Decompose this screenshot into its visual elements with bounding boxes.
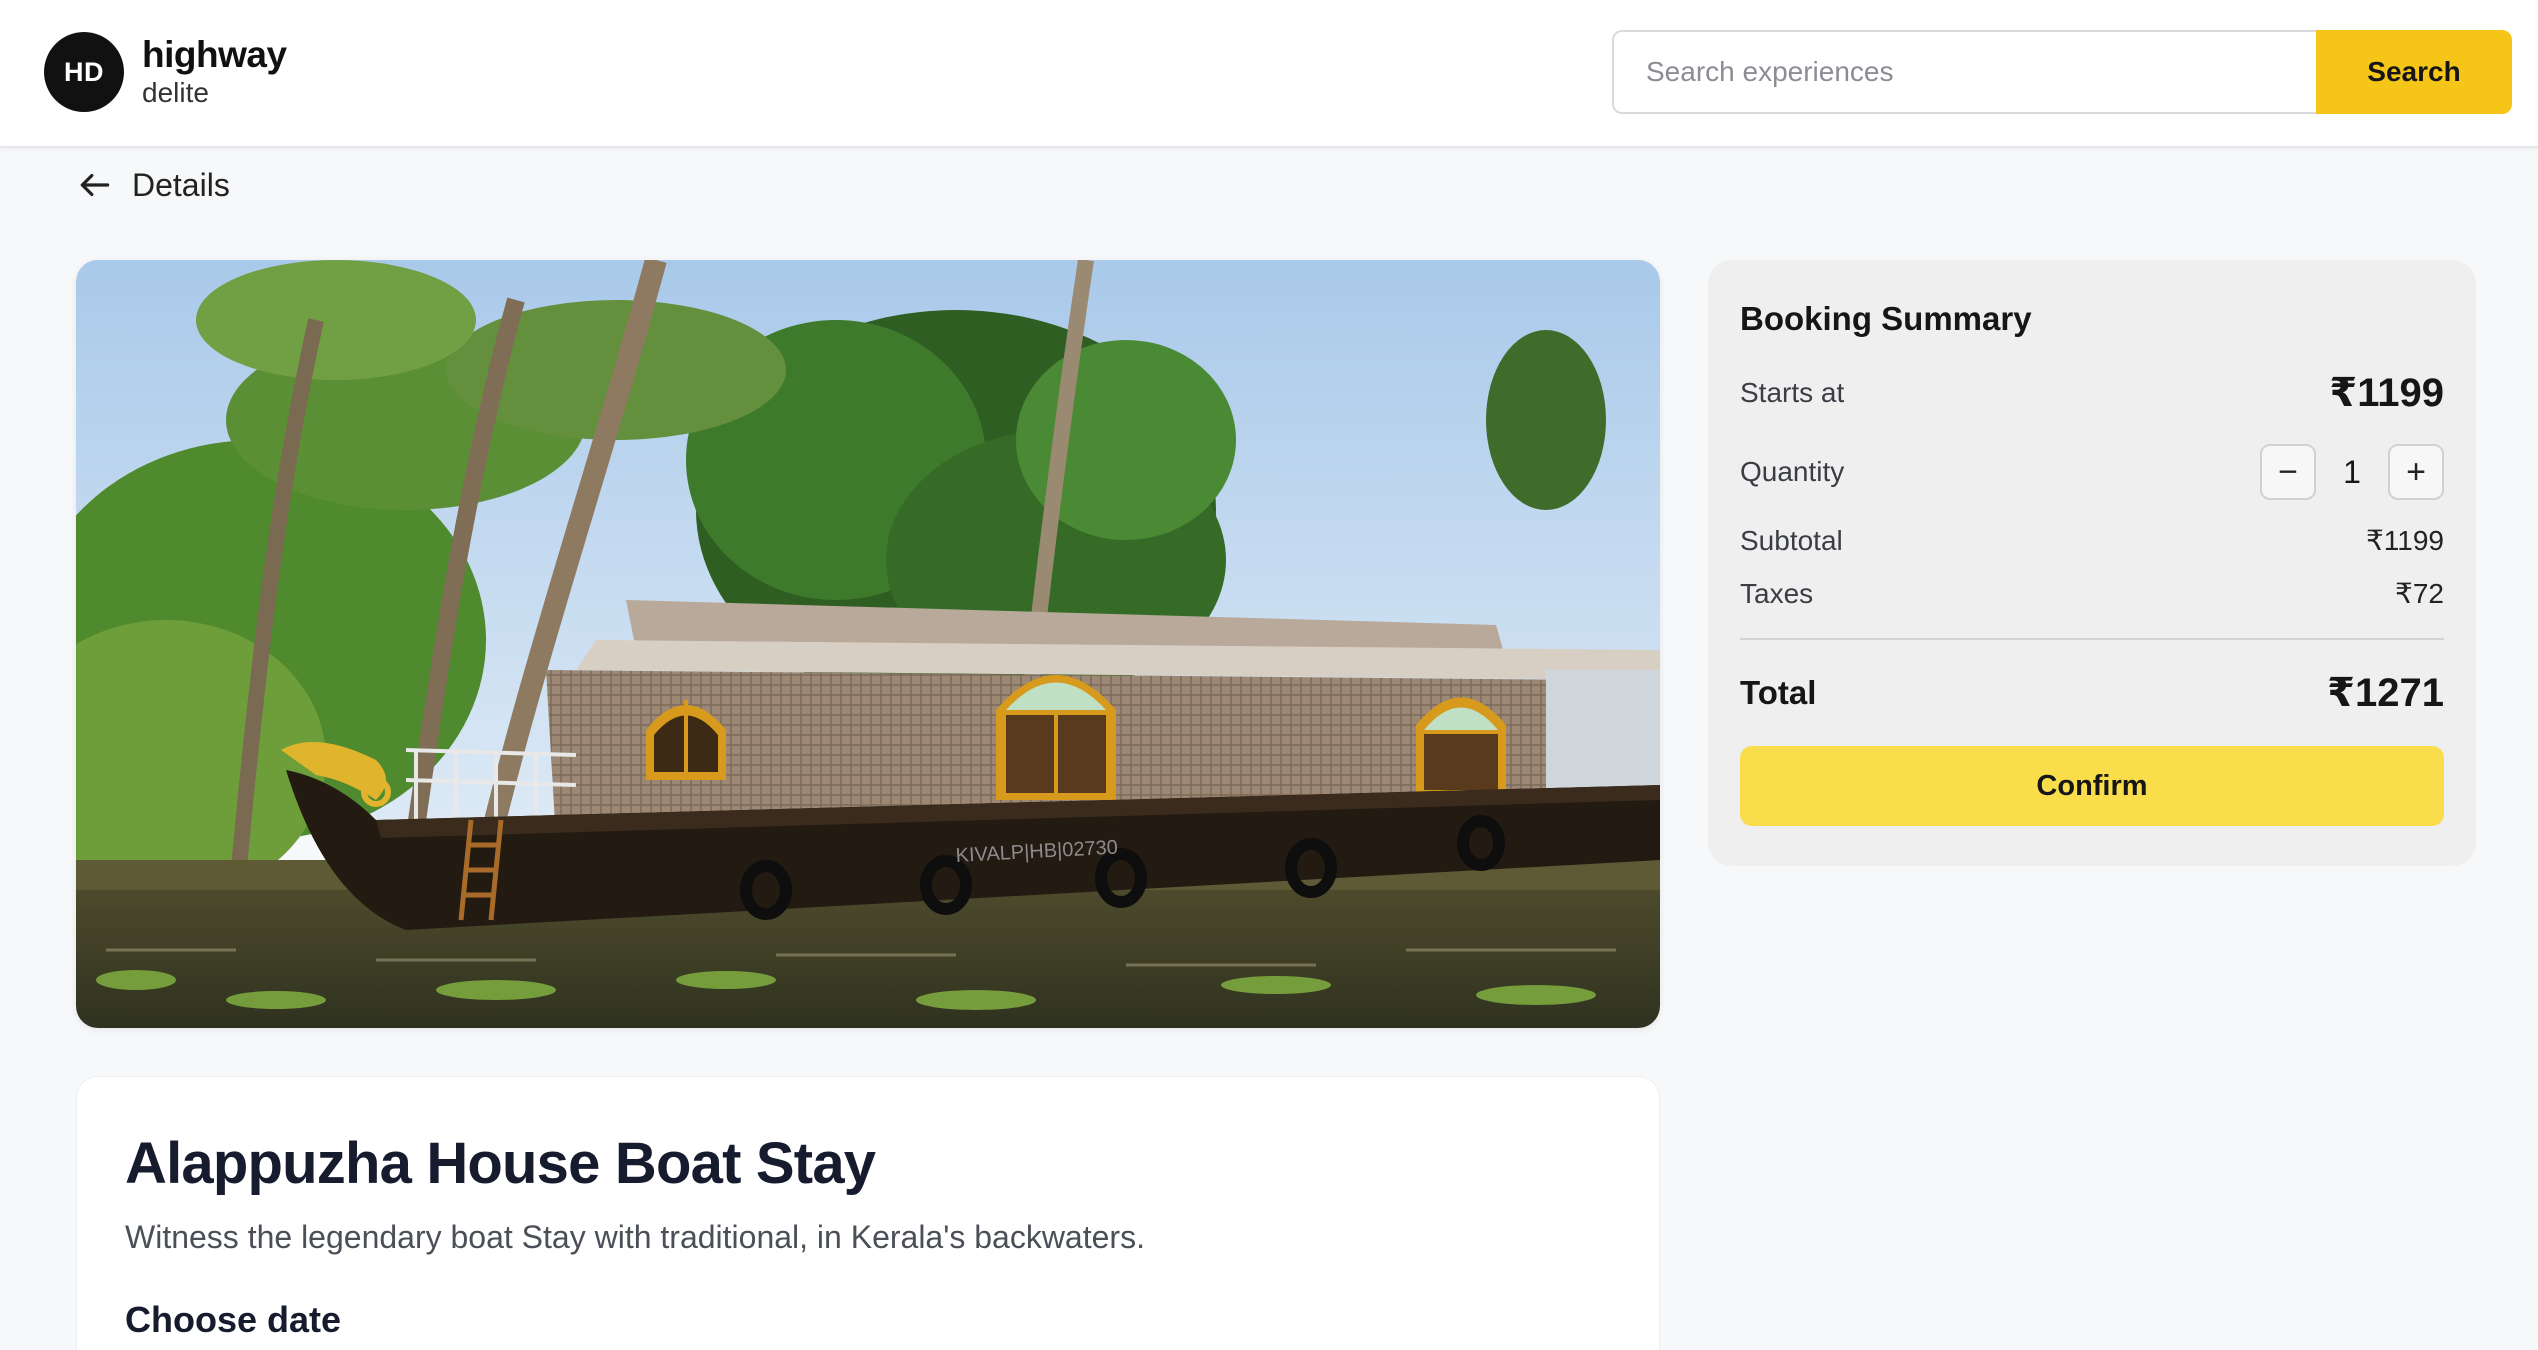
starts-at-label: Starts at [1740,377,1845,408]
experience-hero-image: KIVALP|HB|02730 [76,260,1660,1028]
logo-line-2: delite [142,77,209,108]
booking-summary-heading: Booking Summary [1740,300,2032,337]
experience-title: Alappuzha House Boat Stay [125,1131,876,1196]
experience-details-card: Alappuzha House Boat Stay Witness the le… [76,1076,1660,1350]
logo-wordmark: highway delite [142,35,287,109]
quantity-stepper: − 1 + [2260,444,2444,500]
subtotal-label: Subtotal [1740,524,1843,556]
summary-divider [1740,638,2444,640]
brand-logo[interactable]: HD highway delite [44,32,287,112]
taxes-label: Taxes [1740,577,1814,609]
total-label: Total [1740,674,1817,711]
minus-icon: − [2278,453,2298,491]
experience-description: Witness the legendary boat Stay with tra… [125,1219,1145,1255]
search-bar: Search [1612,30,2512,114]
quantity-label: Quantity [1740,456,1845,487]
arrow-left-icon [80,173,110,197]
logo-badge: HD [44,32,124,112]
taxes-row: Taxes ₹72 [1740,577,2444,610]
quantity-increment-button[interactable]: + [2388,444,2444,500]
search-input[interactable] [1612,30,2316,114]
subtotal-value: ₹1199 [2365,525,2444,556]
search-button[interactable]: Search [2316,30,2512,114]
plus-icon: + [2406,453,2426,491]
total-value: ₹1271 [2327,671,2444,715]
choose-date-heading: Choose date [125,1299,342,1340]
taxes-value: ₹72 [2395,578,2444,609]
logo-line-1: highway [142,34,287,75]
back-link-label: Details [132,166,230,203]
quantity-row: Quantity − 1 + [1740,444,2444,500]
quantity-decrement-button[interactable]: − [2260,444,2316,500]
quantity-value: 1 [2343,453,2361,490]
confirm-button[interactable]: Confirm [1740,746,2444,826]
back-link[interactable]: Details [76,166,230,204]
starts-at-price: ₹1199 [2329,371,2444,415]
total-row: Total ₹1271 [1740,670,2444,716]
starts-at-row: Starts at ₹1199 [1740,370,2444,416]
houseboat-scene-image: KIVALP|HB|02730 [76,260,1660,1028]
booking-summary-panel: Booking Summary Starts at ₹1199 Quantity… [1708,260,2476,866]
subtotal-row: Subtotal ₹1199 [1740,524,2444,557]
top-navigation-bar: HD highway delite Search [0,0,2538,148]
